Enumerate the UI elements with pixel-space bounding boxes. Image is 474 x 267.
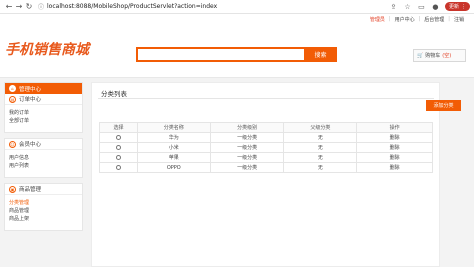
delete-link[interactable]: 删除: [356, 142, 433, 153]
delete-link[interactable]: 删除: [356, 162, 433, 173]
page-title: 分类列表: [101, 90, 127, 98]
top-links-bar: 管理员 | 用户中心 | 后台管理 | 注销: [0, 14, 474, 24]
cell-level: 一级分类: [209, 132, 285, 143]
sidebar-item-all-orders[interactable]: 全部订单: [9, 116, 78, 124]
category-table: 选择 分类名称 分类级别 父级分类 操作 华为 一级分类 无 删除 小米 一级分…: [99, 122, 433, 173]
search-input[interactable]: [136, 47, 304, 62]
cell-parent: 无: [283, 162, 358, 173]
cart-label: 购物车: [425, 53, 441, 59]
site-logo[interactable]: 手机销售商城: [5, 39, 89, 59]
table-header-row: 选择 分类名称 分类级别 父级分类 操作: [99, 122, 433, 133]
cell-name: 小米: [136, 142, 211, 153]
row-select-radio[interactable]: [115, 134, 121, 140]
column-header-select: 选择: [99, 122, 138, 133]
product-icon: ▣: [9, 185, 16, 193]
update-button[interactable]: 更新 ⋮: [444, 2, 470, 11]
sidebar-title-members[interactable]: ☺ 会员中心: [5, 139, 82, 150]
share-icon[interactable]: ⇪: [389, 2, 398, 11]
delete-link[interactable]: 删除: [356, 132, 433, 143]
cart-icon: 🛒: [417, 52, 424, 59]
table-row: OPPO 一级分类 无 删除: [99, 162, 433, 173]
reload-icon[interactable]: ↻: [24, 2, 34, 12]
address-bar[interactable]: ⓘ localhost:8088/MobileShop/ProductServl…: [38, 2, 385, 12]
divider: [98, 98, 434, 99]
sidebar-panel-icon[interactable]: ▭: [417, 2, 426, 11]
sidebar-title-label: 订单中心: [19, 97, 42, 103]
sidebar-home-label: 管理中心: [19, 86, 42, 93]
sidebar-item-product-listing[interactable]: 商品上架: [9, 214, 78, 222]
table-row: 苹果 一级分类 无 删除: [99, 152, 433, 163]
site-info-icon[interactable]: ⓘ: [38, 2, 44, 11]
cell-name: 苹果: [136, 152, 211, 163]
update-label: 更新: [448, 4, 459, 10]
backend-link[interactable]: 后台管理: [420, 16, 448, 23]
forward-icon[interactable]: →: [14, 2, 24, 12]
row-select-radio[interactable]: [115, 154, 121, 160]
sidebar-title-label: 会员中心: [19, 142, 42, 148]
sidebar-group-members: ☺ 会员中心 用户信息 用户列表: [4, 138, 83, 178]
admin-link[interactable]: 管理员: [366, 16, 389, 23]
sidebar-item-my-orders[interactable]: 我的订单: [9, 108, 78, 116]
site-header: 手机销售商城 搜索 🛒 购物车 (空): [0, 24, 474, 78]
row-select-radio[interactable]: [115, 164, 121, 170]
search-bar: 搜索: [136, 47, 337, 62]
column-header-level: 分类级别: [209, 122, 285, 133]
cell-name: OPPO: [136, 162, 211, 173]
sidebar-title-label: 商品管理: [19, 187, 42, 193]
row-select-radio[interactable]: [115, 144, 121, 150]
cart-button[interactable]: 🛒 购物车 (空): [413, 49, 466, 62]
sidebar-home[interactable]: ⌂ 管理中心: [5, 83, 82, 94]
sidebar: ⌂ 管理中心 ▤ 订单中心 我的订单 全部订单 ☺ 会员中心 用户信息 用户列表…: [4, 82, 83, 236]
orders-icon: ▤: [9, 95, 16, 103]
sidebar-title-products[interactable]: ▣ 商品管理: [5, 184, 82, 195]
cell-name: 华为: [136, 132, 211, 143]
sidebar-group-products: ▣ 商品管理 分类管理 商品管理 商品上架: [4, 183, 83, 231]
user-center-link[interactable]: 用户中心: [391, 16, 419, 23]
column-header-parent: 父级分类: [283, 122, 358, 133]
sidebar-group-home: ⌂ 管理中心 ▤ 订单中心 我的订单 全部订单: [4, 82, 83, 133]
table-row: 小米 一级分类 无 删除: [99, 142, 433, 153]
cell-level: 一级分类: [209, 152, 285, 163]
browser-toolbar: ← → ↻ ⓘ localhost:8088/MobileShop/Produc…: [0, 0, 474, 14]
home-icon: ⌂: [9, 85, 16, 92]
user-icon: ☺: [9, 140, 16, 148]
delete-link[interactable]: 删除: [356, 152, 433, 163]
sidebar-item-user-info[interactable]: 用户信息: [9, 153, 78, 161]
profile-icon[interactable]: ●: [431, 2, 440, 11]
table-row: 华为 一级分类 无 删除: [99, 132, 433, 143]
cell-parent: 无: [283, 142, 358, 153]
cart-count: (空): [442, 53, 452, 59]
more-menu-icon: ⋮: [461, 3, 466, 10]
sidebar-item-category-management[interactable]: 分类管理: [9, 198, 78, 206]
sidebar-item-user-list[interactable]: 用户列表: [9, 161, 78, 169]
cell-parent: 无: [283, 132, 358, 143]
bookmark-star-icon[interactable]: ☆: [403, 2, 412, 11]
url-text: localhost:8088/MobileShop/ProductServlet…: [47, 3, 218, 10]
column-header-action: 操作: [356, 122, 433, 133]
search-button[interactable]: 搜索: [304, 47, 337, 62]
add-category-button[interactable]: 添加分类: [426, 100, 461, 111]
main-panel: 分类列表: [91, 82, 440, 267]
cell-level: 一级分类: [209, 142, 285, 153]
column-header-name: 分类名称: [136, 122, 211, 133]
back-icon[interactable]: ←: [4, 2, 14, 12]
sidebar-title-orders[interactable]: ▤ 订单中心: [5, 94, 82, 105]
cell-level: 一级分类: [209, 162, 285, 173]
sidebar-item-product-management[interactable]: 商品管理: [9, 206, 78, 214]
logout-link[interactable]: 注销: [450, 16, 468, 23]
cell-parent: 无: [283, 152, 358, 163]
